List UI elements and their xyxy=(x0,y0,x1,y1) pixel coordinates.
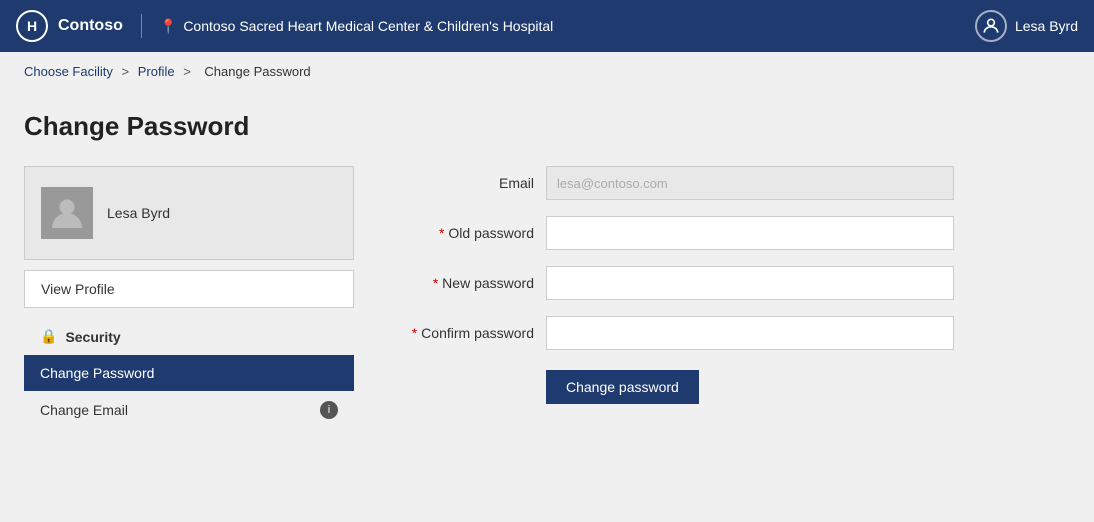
change-email-sidebar-item[interactable]: Change Email i xyxy=(24,391,354,429)
confirm-password-input[interactable] xyxy=(546,316,954,350)
header-left: H Contoso 📍 Contoso Sacred Heart Medical… xyxy=(16,10,553,42)
lock-icon: 🔒 xyxy=(40,328,57,345)
breadcrumb: Choose Facility > Profile > Change Passw… xyxy=(0,52,1094,91)
main-content: Change Password Lesa Byrd View Profile 🔒… xyxy=(0,91,1094,521)
security-section: 🔒 Security Change Password Change Email … xyxy=(24,318,354,429)
email-row: Email xyxy=(394,166,954,200)
breadcrumb-profile[interactable]: Profile xyxy=(138,64,175,79)
old-password-row: *Old password xyxy=(394,216,954,250)
header-user-name: Lesa Byrd xyxy=(1015,18,1078,34)
app-name: Contoso xyxy=(58,17,123,35)
new-password-label: *New password xyxy=(394,275,534,291)
security-label: 🔒 Security xyxy=(24,318,354,355)
form-section: Email *Old password *New password *Confi… xyxy=(394,166,954,404)
change-password-button[interactable]: Change password xyxy=(546,370,699,404)
sidebar: Lesa Byrd View Profile 🔒 Security Change… xyxy=(24,166,354,433)
sidebar-user-name: Lesa Byrd xyxy=(107,205,170,221)
breadcrumb-choose-facility[interactable]: Choose Facility xyxy=(24,64,113,79)
new-password-input[interactable] xyxy=(546,266,954,300)
page-title: Change Password xyxy=(24,111,1070,142)
user-card: Lesa Byrd xyxy=(24,166,354,260)
facility-name: 📍 Contoso Sacred Heart Medical Center & … xyxy=(160,18,553,35)
user-avatar-icon[interactable] xyxy=(975,10,1007,42)
content-layout: Lesa Byrd View Profile 🔒 Security Change… xyxy=(24,166,1070,433)
app-logo: H xyxy=(16,10,48,42)
change-email-info-icon[interactable]: i xyxy=(320,401,338,419)
confirm-password-row: *Confirm password xyxy=(394,316,954,350)
header-divider xyxy=(141,14,142,38)
old-password-label: *Old password xyxy=(394,225,534,241)
email-input xyxy=(546,166,954,200)
sidebar-user-avatar xyxy=(41,187,93,239)
old-password-input[interactable] xyxy=(546,216,954,250)
view-profile-button[interactable]: View Profile xyxy=(24,270,354,308)
breadcrumb-current: Change Password xyxy=(204,64,310,79)
header-right: Lesa Byrd xyxy=(975,10,1078,42)
app-header: H Contoso 📍 Contoso Sacred Heart Medical… xyxy=(0,0,1094,52)
new-password-row: *New password xyxy=(394,266,954,300)
change-password-sidebar-item[interactable]: Change Password xyxy=(24,355,354,391)
confirm-password-label: *Confirm password xyxy=(394,325,534,341)
email-label: Email xyxy=(394,175,534,191)
location-pin-icon: 📍 xyxy=(160,18,177,35)
